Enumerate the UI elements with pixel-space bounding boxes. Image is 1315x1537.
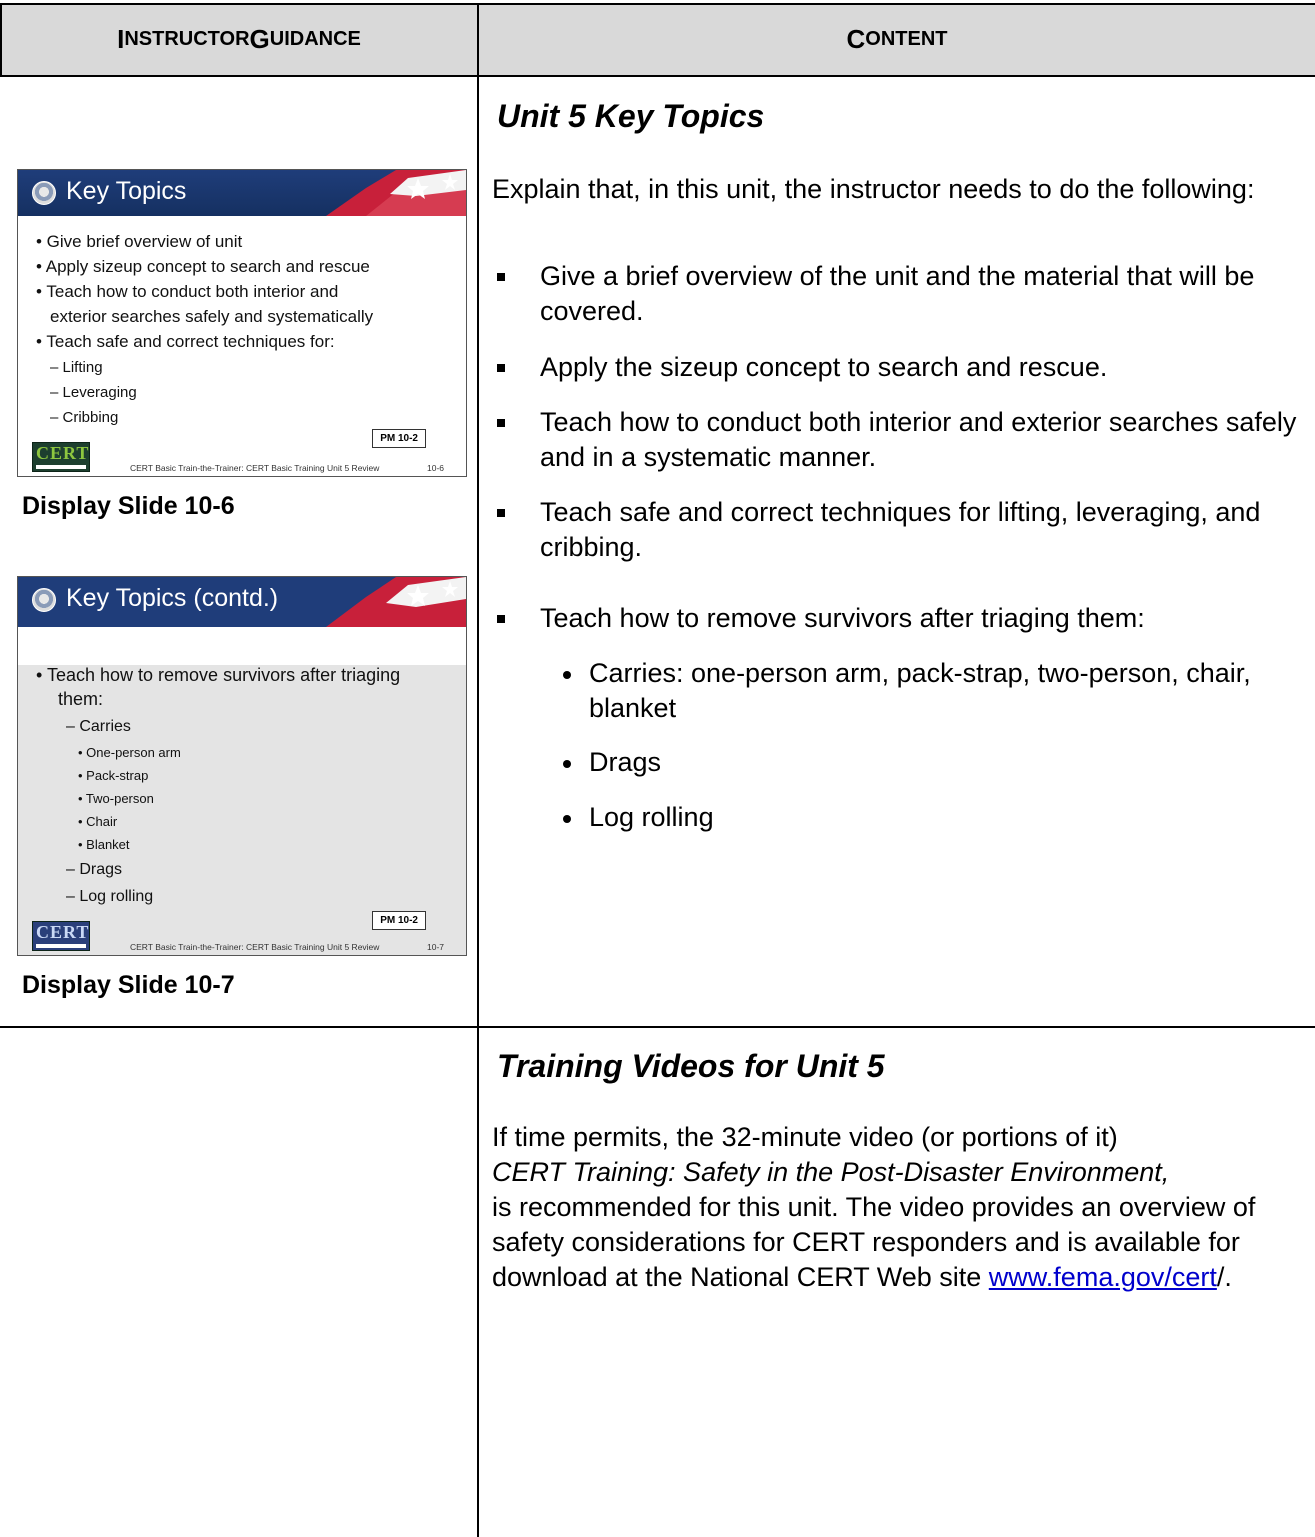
round-bullet-icon xyxy=(563,815,571,823)
slide-sub-bullet: – Carries xyxy=(66,718,131,735)
pm-reference-badge: PM 10-2 xyxy=(372,429,426,448)
square-bullet-icon xyxy=(497,419,505,427)
column-divider xyxy=(477,3,479,1537)
video-title: CERT Training: Safety in the Post-Disast… xyxy=(492,1157,1170,1187)
slide-bullet: exterior searches safely and systematica… xyxy=(50,307,374,326)
table-left-border xyxy=(0,3,2,77)
slide-sub-sub-bullet: • Blanket xyxy=(78,837,130,852)
square-bullet-icon xyxy=(497,615,505,623)
list-item: Apply the sizeup concept to search and r… xyxy=(540,352,1108,382)
slide-number: 10-7 xyxy=(426,942,444,952)
round-bullet-icon xyxy=(563,671,571,679)
header-content: C ONTENT xyxy=(479,4,1315,75)
slide-sub-bullet: – Log rolling xyxy=(66,888,154,905)
slide-footer-text: CERT Basic Train-the-Trainer: CERT Basic… xyxy=(130,463,380,473)
flag-graphic-icon xyxy=(326,577,466,627)
section-heading: Unit 5 Key Topics xyxy=(497,98,765,134)
round-bullet-icon xyxy=(563,760,571,768)
slide-sub-sub-bullet: • Pack-strap xyxy=(78,768,149,783)
slide-footer-text: CERT Basic Train-the-Trainer: CERT Basic… xyxy=(130,942,380,952)
sub-list-item: Drags xyxy=(589,747,662,777)
row-divider xyxy=(0,1026,1315,1028)
slide-thumbnail-10-7: Key Topics (contd.) • Teach how to remov… xyxy=(17,576,467,956)
sub-list-item: Log rolling xyxy=(589,802,714,832)
slide-sub-bullet: – Drags xyxy=(66,861,123,878)
slide-bullet: • Teach how to conduct both interior and xyxy=(36,282,339,301)
slide-sub-sub-bullet: • One-person arm xyxy=(78,745,181,760)
square-bullet-icon xyxy=(497,364,505,372)
header-left-rest: NSTRUCTOR xyxy=(124,28,250,50)
sub-list-item: Carries: one-person arm, pack-strap, two… xyxy=(589,658,1251,723)
header-bottom-border xyxy=(0,75,1315,77)
header-instructor-guidance: I NSTRUCTOR G UIDANCE xyxy=(1,4,477,75)
square-bullet-icon xyxy=(497,509,505,517)
dhs-seal-icon xyxy=(32,588,56,612)
header-left-cap: I xyxy=(117,24,125,54)
table-top-border xyxy=(0,3,1315,5)
list-item: Give a brief overview of the unit and th… xyxy=(540,261,1255,326)
video-paragraph-end: /. xyxy=(1216,1262,1232,1292)
square-bullet-icon xyxy=(497,273,505,281)
header-left-cap2: G xyxy=(249,24,270,54)
list-item: Teach safe and correct techniques for li… xyxy=(540,497,1261,562)
slide-thumbnail-10-6: Key Topics • Give brief overview of unit… xyxy=(17,169,467,477)
header-right-rest: ONTENT xyxy=(865,28,948,50)
slide-sub-bullet: – Cribbing xyxy=(50,409,119,426)
header-left-rest2: UIDANCE xyxy=(269,28,361,50)
dhs-seal-icon xyxy=(32,181,56,205)
slide-bullet: them: xyxy=(58,689,104,709)
cert-website-link[interactable]: www.fema.gov/cert xyxy=(989,1262,1217,1292)
slide-bullet: • Teach how to remove survivors after tr… xyxy=(36,665,401,685)
list-item: Teach how to remove survivors after tria… xyxy=(540,603,1145,633)
slide-footer: CERT Basic Train-the-Trainer: CERT Basic… xyxy=(18,933,466,955)
slide-sub-sub-bullet: • Chair xyxy=(78,814,118,829)
slide-sub-bullet: – Leveraging xyxy=(50,384,137,401)
list-item: Teach how to conduct both interior and e… xyxy=(540,407,1297,472)
slide-body: • Teach how to remove survivors after tr… xyxy=(18,627,466,955)
slide-sub-sub-bullet: • Two-person xyxy=(78,791,154,806)
slide-bullet: • Teach safe and correct techniques for: xyxy=(36,332,335,351)
slide-caption: Display Slide 10-7 xyxy=(22,971,235,999)
header-right-cap: C xyxy=(846,24,866,54)
slide-sub-bullet: – Lifting xyxy=(50,359,103,376)
slide-bullet: • Give brief overview of unit xyxy=(36,232,243,251)
slide-title-bar: Key Topics xyxy=(18,170,466,216)
slide-footer: CERT Basic Train-the-Trainer: CERT Basic… xyxy=(18,454,466,476)
intro-paragraph: Explain that, in this unit, the instruct… xyxy=(492,174,1255,204)
slide-number: 10-6 xyxy=(426,463,444,473)
flag-graphic-icon xyxy=(326,170,466,216)
slide-bullet: • Apply sizeup concept to search and res… xyxy=(36,257,370,276)
video-paragraph-text: If time permits, the 32-minute video (or… xyxy=(492,1122,1118,1152)
slide-caption: Display Slide 10-6 xyxy=(22,492,235,520)
video-paragraph: If time permits, the 32-minute video (or… xyxy=(492,1120,1302,1295)
slide-title: Key Topics xyxy=(66,177,187,205)
slide-title: Key Topics (contd.) xyxy=(66,584,279,612)
section-heading: Training Videos for Unit 5 xyxy=(497,1048,885,1084)
pm-reference-badge: PM 10-2 xyxy=(372,911,426,930)
